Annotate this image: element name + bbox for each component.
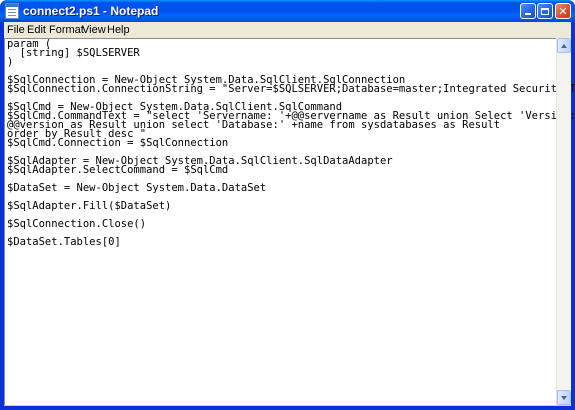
scroll-up-arrow-icon [561, 43, 567, 48]
file-content: param ( [string] $SQLSERVER ) $SqlConnec… [7, 38, 575, 248]
minimize-icon [525, 13, 531, 15]
close-button[interactable]: ✕ [555, 3, 571, 19]
close-icon: ✕ [558, 4, 568, 18]
minimize-button[interactable] [520, 3, 536, 19]
menu-view[interactable]: View [82, 24, 106, 36]
vertical-scrollbar[interactable] [556, 38, 571, 405]
maximize-button[interactable] [537, 3, 553, 19]
notepad-window: connect2.ps1 - Notepad ✕ File Edit Forma… [0, 0, 575, 410]
menu-format[interactable]: Format [49, 24, 84, 36]
menu-edit[interactable]: Edit [27, 24, 46, 36]
window-title: connect2.ps1 - Notepad [23, 4, 159, 18]
menu-bar: File Edit Format View Help [4, 22, 571, 38]
title-bar[interactable]: connect2.ps1 - Notepad ✕ [0, 0, 575, 22]
maximize-icon [541, 7, 549, 15]
scroll-down-button[interactable] [557, 390, 571, 405]
text-editor-area[interactable]: param ( [string] $SQLSERVER ) $SqlConnec… [4, 38, 575, 405]
notepad-app-icon[interactable] [5, 3, 19, 19]
menu-file[interactable]: File [7, 24, 25, 36]
window-bottom-edge [4, 405, 571, 406]
scroll-down-arrow-icon [561, 395, 567, 400]
menu-help[interactable]: Help [107, 24, 130, 36]
scroll-up-button[interactable] [557, 38, 571, 53]
